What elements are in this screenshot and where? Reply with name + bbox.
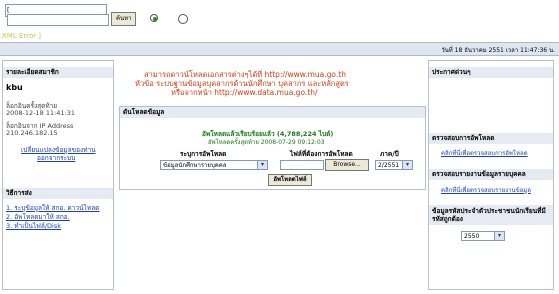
- logout-link[interactable]: ออกจากระบบ: [37, 153, 75, 163]
- term-select[interactable]: 2/2551 ▾: [375, 160, 413, 170]
- chevron-down-icon: ▾: [402, 161, 412, 169]
- system-select[interactable]: ข้อมูลนักศึกษารายบุคคล ▾: [160, 160, 268, 170]
- upload-last: อัพโหลดครั้งสุดท้าย 2008-07-29 09:12:03: [208, 139, 325, 146]
- download-panel: ดันโหลดข้อมูล อัพโหลดแล้วเรียบร้อยแล้ว (…: [119, 106, 426, 190]
- last-login-value: 2008-12-18 11:41:31: [6, 109, 76, 117]
- radio-option-1[interactable]: [150, 14, 158, 22]
- check-upload-link[interactable]: คลิกที่นี่เพื่อตรวจสอบการอัพโหลด: [441, 148, 528, 158]
- id-header: ข้อมูลรหัสประจำตัวประชาชนนักเรียนที่มีรห…: [429, 205, 553, 225]
- term-select-value: 2/2551: [378, 162, 400, 169]
- check-report-link[interactable]: คลิกที่นี่เพื่อตรวจสอบรายงานข้อมูล: [441, 185, 531, 195]
- chevron-down-icon: ▾: [257, 161, 267, 169]
- year-select[interactable]: 2550 ▾: [461, 231, 505, 241]
- year-select-value: 2550: [464, 233, 480, 240]
- xml-error-text: XML Error ]: [2, 32, 41, 40]
- news-header: ประกาศด่วนๆ: [429, 67, 553, 78]
- file-path-input[interactable]: [280, 160, 324, 170]
- check-upload-header: ตรวจสอบการอัพโหลด: [429, 133, 553, 144]
- check-report-header: ตรวจสอบรายงานข้อมูลรายบุคคล: [429, 169, 553, 180]
- search-input[interactable]: [7, 14, 109, 26]
- ip-value: 210.246.182.15: [6, 129, 58, 137]
- center-column: สามารถดาวน์โหลดเอกสารต่างๆได้ที่ http://…: [118, 60, 426, 290]
- notice-line-3: หรือจากหน้า http://www.data.mua.go.th/: [171, 88, 318, 97]
- top-bar: [ ค้นหา: [0, 0, 559, 28]
- howto-item-3[interactable]: 3. ทำเป็นไฟล์/Disk: [6, 221, 61, 231]
- column-term: ภาค/ปี: [380, 150, 399, 158]
- column-system: ระบุการอัพโหลด: [180, 150, 227, 158]
- radio-option-2[interactable]: [178, 14, 188, 24]
- system-select-value: ข้อมูลนักศึกษารายบุคคล: [163, 162, 227, 169]
- date-bar: วันที่ 18 ธันวาคม 2551 เวลา 11:47:36 น.: [0, 42, 559, 56]
- column-file: ไฟล์ที่ต้องการอัพโหลด: [290, 150, 353, 158]
- search-button[interactable]: ค้นหา: [111, 12, 137, 26]
- username: kbu: [6, 83, 23, 92]
- howto-header: วิธีการส่ง: [3, 188, 113, 199]
- date-time-text: วันที่ 18 ธันวาคม 2551 เวลา 11:47:36 น.: [441, 47, 555, 54]
- right-column: ประกาศด่วนๆ ตรวจสอบการอัพโหลด คลิกที่นี่…: [428, 60, 554, 290]
- left-column: รายละเอียดสมาชิก kbu ล็อกอินครั้งสุดท้าย…: [2, 60, 114, 290]
- browse-button[interactable]: Browse...: [325, 159, 369, 171]
- chevron-down-icon: ▾: [494, 232, 504, 240]
- upload-button[interactable]: อัพโหลดไฟล์: [268, 174, 312, 186]
- login-header: รายละเอียดสมาชิก: [3, 67, 113, 78]
- download-header: ดันโหลดข้อมูล: [120, 107, 425, 118]
